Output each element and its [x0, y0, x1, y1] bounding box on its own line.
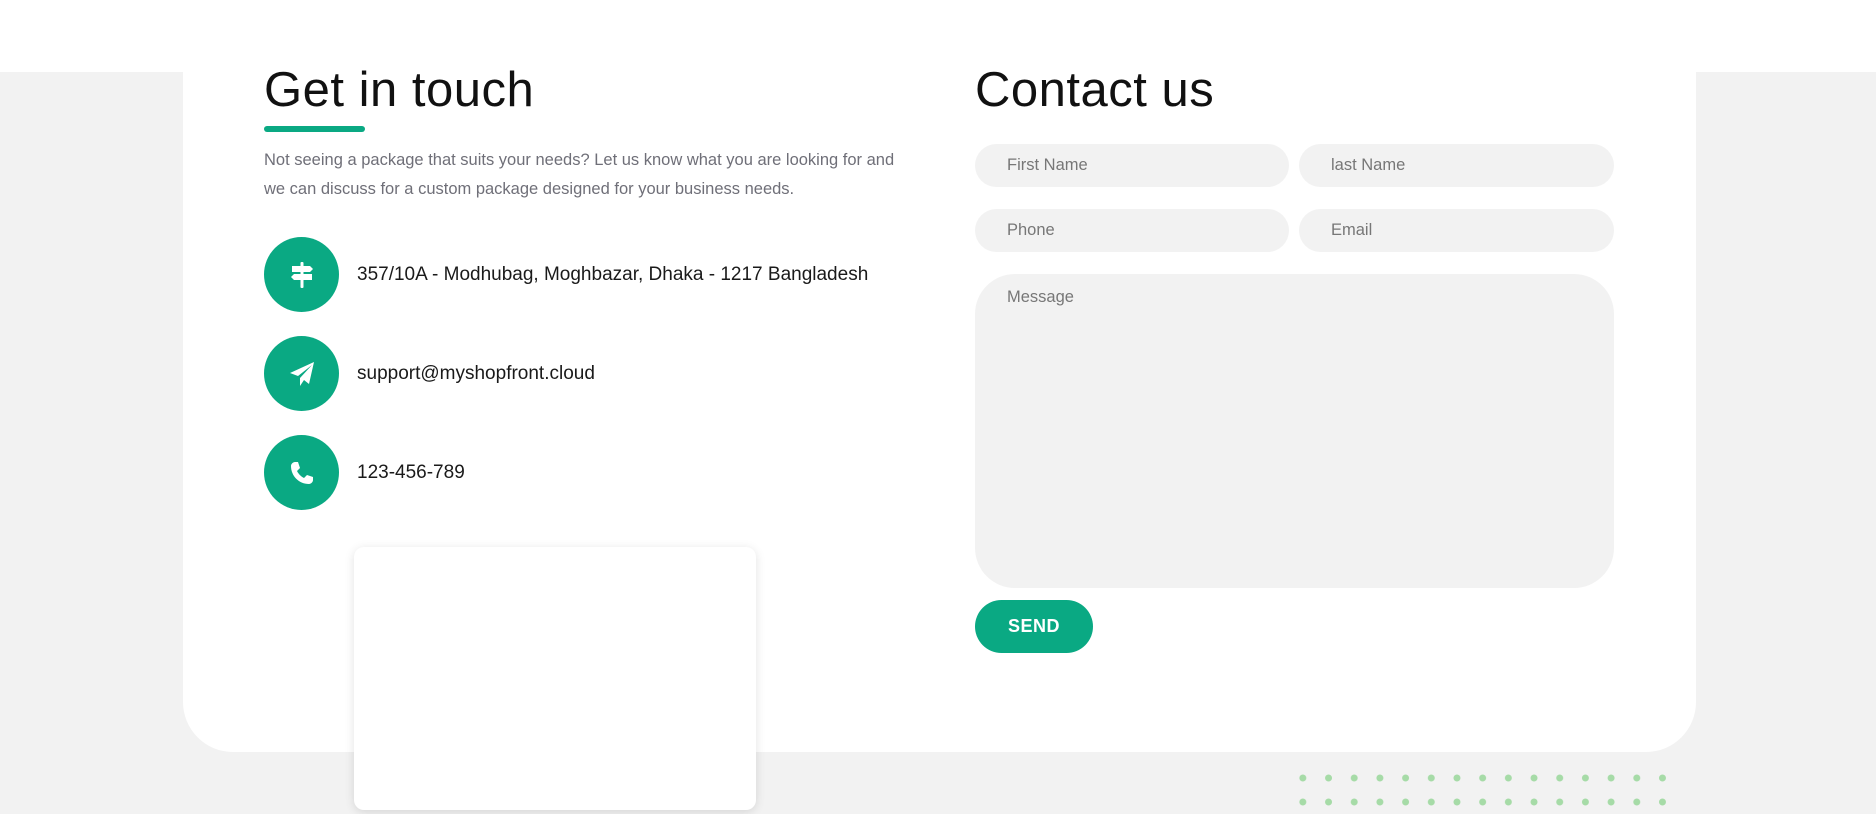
- paper-plane-icon: [264, 336, 339, 411]
- phone-row: 123-456-789: [264, 435, 465, 510]
- address-text: 357/10A - Modhubag, Moghbazar, Dhaka - 1…: [357, 263, 869, 285]
- signpost-icon: [264, 237, 339, 312]
- email-row: support@myshopfront.cloud: [264, 336, 595, 411]
- address-row: 357/10A - Modhubag, Moghbazar, Dhaka - 1…: [264, 237, 868, 312]
- last-name-input[interactable]: [1299, 144, 1614, 187]
- title-underline: [264, 126, 365, 132]
- contact-us-title: Contact us: [975, 63, 1215, 117]
- first-name-input[interactable]: [975, 144, 1289, 187]
- send-button[interactable]: SEND: [975, 600, 1093, 653]
- phone-icon: [264, 435, 339, 510]
- get-in-touch-title: Get in touch: [264, 63, 535, 117]
- message-textarea[interactable]: [975, 274, 1614, 588]
- decorative-dots: [1290, 766, 1670, 814]
- phone-input[interactable]: [975, 209, 1289, 252]
- map-placeholder-box: [354, 547, 756, 810]
- email-text[interactable]: support@myshopfront.cloud: [357, 363, 595, 385]
- intro-text: Not seeing a package that suits your nee…: [264, 151, 895, 198]
- phone-text[interactable]: 123-456-789: [357, 462, 465, 484]
- email-input[interactable]: [1299, 209, 1614, 252]
